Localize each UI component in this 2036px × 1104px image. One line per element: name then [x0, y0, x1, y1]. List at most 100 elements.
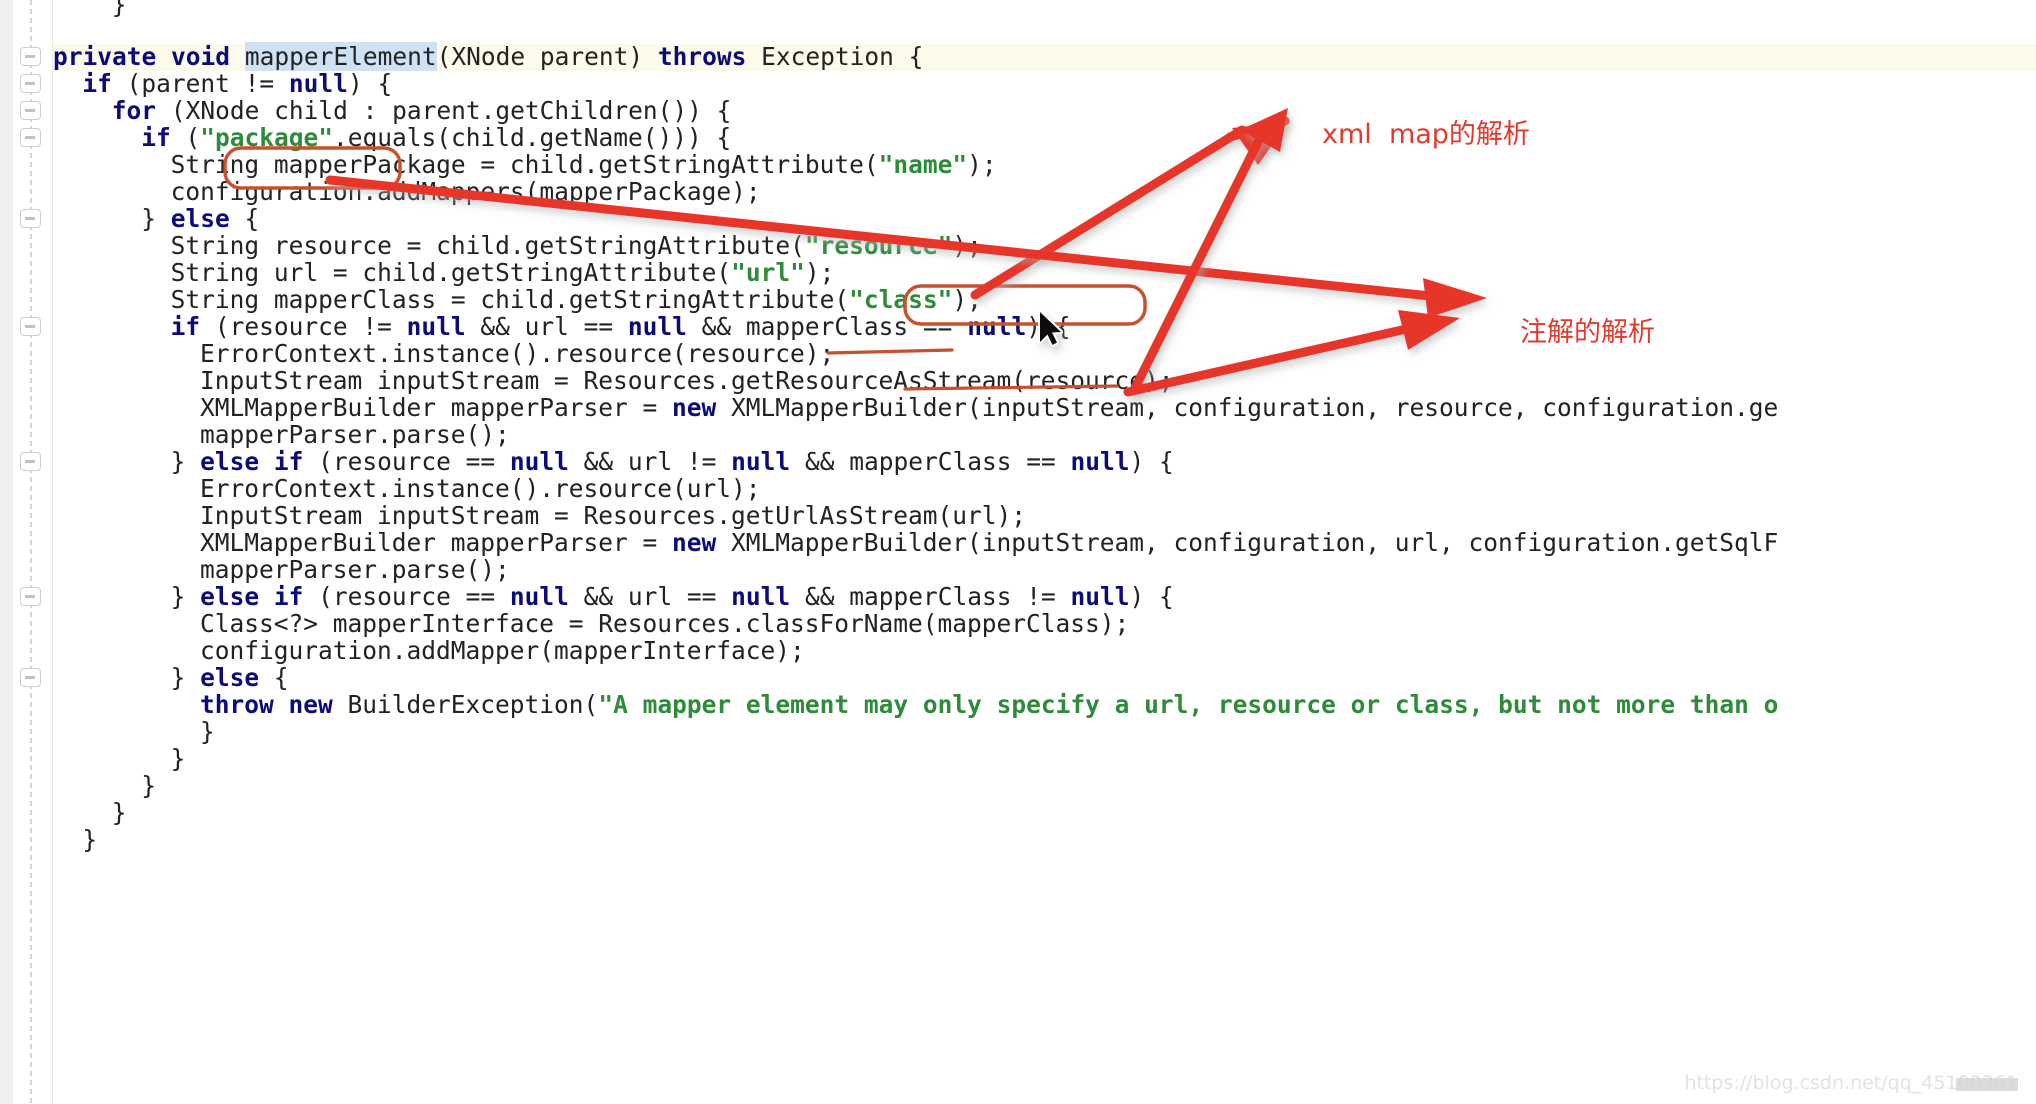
code-token-plain: XMLMapperBuilder(inputStream, configurat… — [716, 528, 1779, 557]
code-token-plain: ) { — [347, 69, 393, 98]
code-line[interactable]: String url = child.getStringAttribute("u… — [53, 258, 835, 287]
code-token-kw: if — [170, 312, 201, 341]
code-token-kw: if — [82, 69, 112, 98]
code-token-kw: else if — [200, 447, 304, 476]
code-line[interactable]: String mapperPackage = child.getStringAt… — [53, 150, 997, 179]
editor-left-strip — [0, 0, 14, 1104]
code-line[interactable]: XMLMapperBuilder mapperParser = new XMLM… — [53, 393, 1778, 422]
code-token-kw: new — [672, 528, 717, 557]
code-token-kw: null — [509, 582, 569, 611]
code-line[interactable]: configuration.addMapper(mapperInterface)… — [53, 636, 805, 665]
code-token-plain: (XNode parent) — [436, 42, 658, 71]
fold-collapse-icon[interactable] — [20, 128, 41, 147]
code-token-plain: ) { — [1129, 582, 1174, 611]
code-token-plain: } — [141, 204, 171, 233]
code-token-plain: XMLMapperBuilder mapperParser = — [200, 393, 673, 422]
code-token-plain: && url == — [465, 312, 628, 341]
code-token-plain: mapperParser.parse(); — [200, 555, 510, 584]
code-line[interactable]: } else { — [53, 663, 289, 692]
code-token-plain: (resource == — [303, 582, 510, 611]
code-token-plain: } — [170, 663, 201, 692]
code-fold-rail — [30, 0, 32, 1104]
code-line[interactable]: if (parent != null) { — [53, 69, 393, 98]
fold-collapse-icon[interactable] — [20, 209, 41, 228]
code-line[interactable]: } — [53, 717, 215, 746]
code-token-plain: && url != — [568, 447, 732, 476]
xml-mapper-annotation-label: xml map的解析 — [1322, 119, 1530, 150]
code-token-plain: && mapperClass == — [686, 312, 968, 341]
code-line[interactable]: String resource = child.getStringAttribu… — [53, 231, 982, 260]
code-token-kw: null — [1070, 447, 1130, 476]
code-token-kw: null — [731, 447, 791, 476]
fold-collapse-icon[interactable] — [20, 587, 41, 606]
code-line[interactable]: } else { — [53, 204, 260, 233]
code-token-kw: void — [171, 42, 231, 71]
code-token-str: "package" — [200, 123, 333, 152]
watermark-redaction-blob — [1956, 1078, 2018, 1091]
code-token-plain: ) { — [1129, 447, 1174, 476]
code-line[interactable]: } — [53, 0, 127, 19]
code-token-kw: null — [406, 312, 466, 341]
code-token-plain: String mapperPackage = child.getStringAt… — [170, 150, 879, 179]
fold-collapse-icon[interactable] — [20, 101, 41, 120]
code-token-plain: (resource == — [303, 447, 510, 476]
code-line[interactable]: InputStream inputStream = Resources.getR… — [53, 366, 1174, 395]
code-token-plain: ); — [804, 258, 835, 287]
code-token-plain: .equals(child.getName())) { — [332, 123, 732, 152]
code-token-plain: configuration.addMapper(mapperInterface)… — [200, 636, 805, 665]
code-token-str: "url" — [731, 258, 805, 287]
code-line[interactable]: if ("package".equals(child.getName())) { — [53, 123, 732, 152]
code-token-plain: String resource = child.getStringAttribu… — [170, 231, 805, 260]
code-token-plain: ); — [967, 150, 997, 179]
code-token-plain: } — [170, 582, 201, 611]
fold-collapse-icon[interactable] — [20, 317, 41, 336]
code-line[interactable]: private void mapperElement(XNode parent)… — [53, 42, 923, 71]
code-token-plain: ); — [952, 285, 982, 314]
code-line[interactable]: throw new BuilderException("A mapper ele… — [53, 690, 1778, 719]
code-line[interactable]: configuration.addMappers(mapperPackage); — [53, 178, 761, 206]
code-token-plain: XMLMapperBuilder mapperParser = — [200, 528, 673, 557]
code-token-plain: { — [229, 204, 260, 233]
code-line[interactable]: for (XNode child : parent.getChildren())… — [53, 96, 732, 125]
code-line[interactable]: mapperParser.parse(); — [53, 421, 510, 449]
fold-collapse-icon[interactable] — [20, 47, 41, 66]
code-line[interactable]: XMLMapperBuilder mapperParser = new XMLM… — [53, 528, 1779, 557]
code-token-plain: && mapperClass == — [790, 447, 1071, 476]
code-line[interactable]: } else if (resource == null && url == nu… — [53, 582, 1174, 611]
code-token-plain: ) { — [1026, 312, 1071, 341]
code-token-plain: InputStream inputStream = Resources.getR… — [200, 366, 1174, 395]
code-text-area[interactable]: } private void mapperElement(XNode parent… — [53, 0, 2036, 1104]
code-line[interactable]: } — [53, 798, 127, 827]
code-line[interactable]: mapperParser.parse(); — [53, 555, 510, 584]
code-token-plain: } — [200, 717, 215, 746]
code-line[interactable]: } else if (resource == null && url != nu… — [53, 447, 1174, 476]
code-line[interactable]: ErrorContext.instance().resource(url); — [53, 474, 761, 503]
annotation-parse-label: 注解的解析 — [1520, 317, 1655, 348]
fold-collapse-icon[interactable] — [20, 452, 41, 471]
code-line[interactable]: ErrorContext.instance().resource(resourc… — [53, 339, 835, 368]
code-line[interactable]: } — [53, 772, 156, 800]
fold-collapse-icon[interactable] — [20, 74, 41, 93]
code-token-kw: else — [200, 663, 260, 692]
code-token-kw: null — [731, 582, 791, 611]
code-line[interactable]: } — [53, 745, 186, 773]
code-line[interactable]: if (resource != null && url == null && m… — [53, 312, 1071, 341]
code-line[interactable]: } — [53, 826, 97, 854]
fold-collapse-icon[interactable] — [20, 668, 41, 687]
code-token-kw: private — [53, 42, 157, 71]
code-token-plain: ( — [170, 123, 201, 152]
code-token-kw: else if — [200, 582, 304, 611]
code-token-kw: if — [141, 123, 171, 152]
code-line[interactable]: InputStream inputStream = Resources.getU… — [53, 502, 1026, 530]
code-token-plain: ErrorContext.instance().resource(resourc… — [200, 339, 835, 368]
code-line[interactable]: Class<?> mapperInterface = Resources.cla… — [53, 610, 1129, 638]
code-line[interactable]: String mapperClass = child.getStringAttr… — [53, 285, 982, 314]
code-token-kw: new — [672, 393, 717, 422]
code-token-kw: new — [288, 690, 333, 719]
code-token-plain: ErrorContext.instance().resource(url); — [200, 474, 761, 503]
code-token-kw: null — [1070, 582, 1130, 611]
code-token-plain: } — [111, 798, 127, 827]
code-token-kw: for — [111, 96, 157, 125]
code-token-str: "class" — [849, 285, 953, 314]
